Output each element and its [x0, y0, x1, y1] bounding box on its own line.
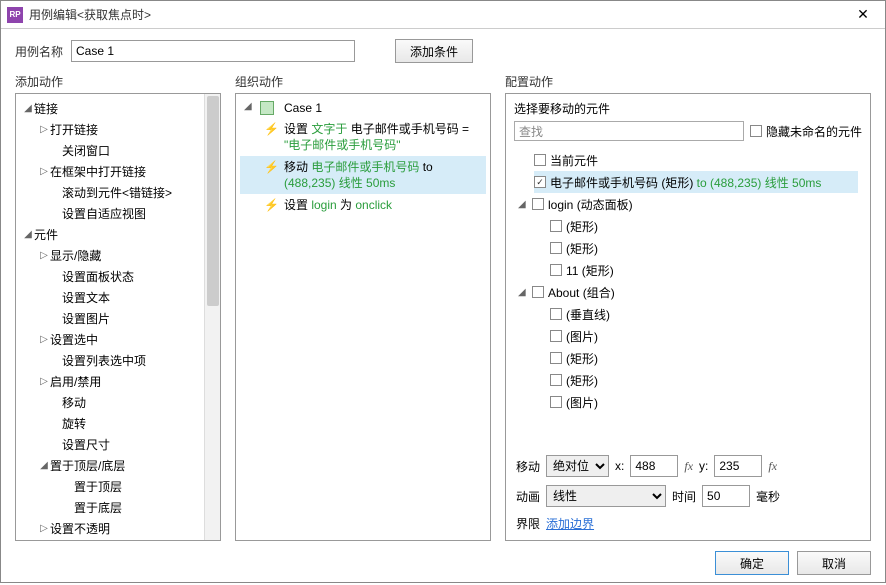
widget-row[interactable]: 11 (矩形)	[550, 259, 858, 281]
checkbox[interactable]	[550, 330, 562, 342]
tree-item[interactable]: 设置面板状态	[18, 266, 218, 287]
checkbox[interactable]	[550, 374, 562, 386]
chevron-right-icon[interactable]: ▷	[38, 166, 50, 177]
bolt-icon: ⚡	[264, 198, 278, 212]
tree-item[interactable]: 关闭窗口	[18, 140, 218, 161]
action-row[interactable]: ⚡设置 login 为 onclick	[240, 194, 486, 216]
tree-item[interactable]: ◢链接	[18, 98, 218, 119]
scrollbar[interactable]	[204, 94, 220, 540]
tree-item[interactable]: ▷显示/隐藏	[18, 245, 218, 266]
checkbox[interactable]	[550, 242, 562, 254]
tree-item[interactable]: ▷启用/禁用	[18, 371, 218, 392]
checkbox[interactable]	[532, 286, 544, 298]
configure-action-header: 配置动作	[505, 73, 871, 93]
select-widgets-label: 选择要移动的元件	[514, 100, 862, 117]
widget-row[interactable]: 当前元件	[534, 149, 858, 171]
case-icon	[260, 101, 274, 115]
move-config-row: 移动 绝对位 x: fx y: fx	[516, 455, 860, 477]
configure-action-panel: 选择要移动的元件 隐藏未命名的元件 当前元件✓电子邮件或手机号码 (矩形) to…	[505, 93, 871, 541]
checkbox[interactable]	[550, 220, 562, 232]
widget-group-row[interactable]: ◢About (组合)	[518, 281, 858, 303]
tree-item[interactable]: 设置尺寸	[18, 434, 218, 455]
case-name-row: 用例名称 添加条件	[1, 29, 885, 73]
tree-item[interactable]: 置于顶层	[18, 476, 218, 497]
tree-item[interactable]: ▷设置选中	[18, 329, 218, 350]
bolt-icon: ⚡	[264, 160, 278, 174]
tree-item[interactable]: 设置文本	[18, 287, 218, 308]
checkbox[interactable]	[550, 352, 562, 364]
action-row[interactable]: ⚡移动 电子邮件或手机号码 to (488,235) 线性 50ms	[240, 156, 486, 194]
case-name-input[interactable]	[71, 40, 355, 62]
chevron-down-icon[interactable]: ◢	[518, 199, 528, 210]
tree-item[interactable]: ▷在框架中打开链接	[18, 161, 218, 182]
add-action-panel: ◢链接▷打开链接关闭窗口▷在框架中打开链接滚动到元件<错链接>设置自适应视图◢元…	[15, 93, 221, 541]
tree-item[interactable]: 移动	[18, 392, 218, 413]
dialog-footer: 确定 取消	[1, 541, 885, 585]
animation-config-row: 动画 线性 时间 毫秒	[516, 485, 860, 507]
tree-item[interactable]: 设置自适应视图	[18, 203, 218, 224]
y-input[interactable]	[714, 455, 762, 477]
chevron-right-icon[interactable]: ▷	[38, 334, 50, 345]
add-condition-button[interactable]: 添加条件	[395, 39, 473, 63]
organize-action-panel: ◢Case 1⚡设置 文字于 电子邮件或手机号码 = "电子邮件或手机号码"⚡移…	[235, 93, 491, 541]
tree-item[interactable]: 设置图片	[18, 308, 218, 329]
tree-item[interactable]: 设置列表选中项	[18, 350, 218, 371]
chevron-right-icon[interactable]: ▷	[38, 523, 50, 534]
tree-item[interactable]: ◢置于顶层/底层	[18, 455, 218, 476]
tree-item[interactable]: ◢元件	[18, 224, 218, 245]
checkbox[interactable]	[532, 198, 544, 210]
chevron-down-icon[interactable]: ◢	[38, 460, 50, 471]
add-action-header: 添加动作	[15, 73, 221, 93]
widget-group-row[interactable]: ◢login (动态面板)	[518, 193, 858, 215]
chevron-down-icon[interactable]: ◢	[518, 287, 528, 298]
close-icon[interactable]: ✕	[847, 6, 879, 23]
chevron-down-icon[interactable]: ◢	[22, 229, 34, 240]
widget-row[interactable]: (矩形)	[550, 369, 858, 391]
tree-item[interactable]: ▷打开链接	[18, 119, 218, 140]
bounds-row: 界限 添加边界	[516, 515, 860, 532]
checkbox[interactable]	[550, 396, 562, 408]
chevron-right-icon[interactable]: ▷	[38, 250, 50, 261]
widget-row[interactable]: ✓电子邮件或手机号码 (矩形) to (488,235) 线性 50ms	[534, 171, 858, 193]
checkbox[interactable]: ✓	[534, 176, 546, 188]
time-input[interactable]	[702, 485, 750, 507]
easing-select[interactable]: 线性	[546, 485, 666, 507]
widget-row[interactable]: (矩形)	[550, 237, 858, 259]
window-title: 用例编辑<获取焦点时>	[29, 6, 847, 23]
search-input[interactable]	[514, 121, 744, 141]
organize-action-header: 组织动作	[235, 73, 491, 93]
checkbox[interactable]	[550, 264, 562, 276]
bolt-icon: ⚡	[264, 122, 278, 136]
title-bar: RP 用例编辑<获取焦点时> ✕	[1, 1, 885, 29]
fx-icon[interactable]: fx	[768, 459, 777, 474]
widget-row[interactable]: (图片)	[550, 325, 858, 347]
move-mode-select[interactable]: 绝对位	[546, 455, 609, 477]
tree-item[interactable]: 旋转	[18, 413, 218, 434]
widget-row[interactable]: (矩形)	[550, 215, 858, 237]
case-name-label: 用例名称	[15, 43, 63, 60]
chevron-right-icon[interactable]: ▷	[38, 124, 50, 135]
tree-item[interactable]: 滚动到元件<错链接>	[18, 182, 218, 203]
checkbox[interactable]	[534, 154, 546, 166]
ok-button[interactable]: 确定	[715, 551, 789, 575]
tree-item[interactable]: ▷设置不透明	[18, 518, 218, 539]
add-bounds-link[interactable]: 添加边界	[546, 515, 594, 532]
action-row[interactable]: ⚡设置 文字于 电子邮件或手机号码 = "电子邮件或手机号码"	[240, 118, 486, 156]
widget-row[interactable]: (图片)	[550, 391, 858, 413]
widget-row[interactable]: (矩形)	[550, 347, 858, 369]
hide-unnamed-checkbox[interactable]: 隐藏未命名的元件	[750, 123, 862, 140]
app-icon: RP	[7, 7, 23, 23]
case-row[interactable]: ◢Case 1	[240, 98, 486, 118]
tree-item[interactable]: 置于底层	[18, 497, 218, 518]
chevron-right-icon[interactable]: ▷	[38, 376, 50, 387]
chevron-down-icon[interactable]: ◢	[244, 101, 254, 112]
widget-row[interactable]: (垂直线)	[550, 303, 858, 325]
chevron-down-icon[interactable]: ◢	[22, 103, 34, 114]
fx-icon[interactable]: fx	[684, 459, 693, 474]
checkbox[interactable]	[550, 308, 562, 320]
cancel-button[interactable]: 取消	[797, 551, 871, 575]
x-input[interactable]	[630, 455, 678, 477]
